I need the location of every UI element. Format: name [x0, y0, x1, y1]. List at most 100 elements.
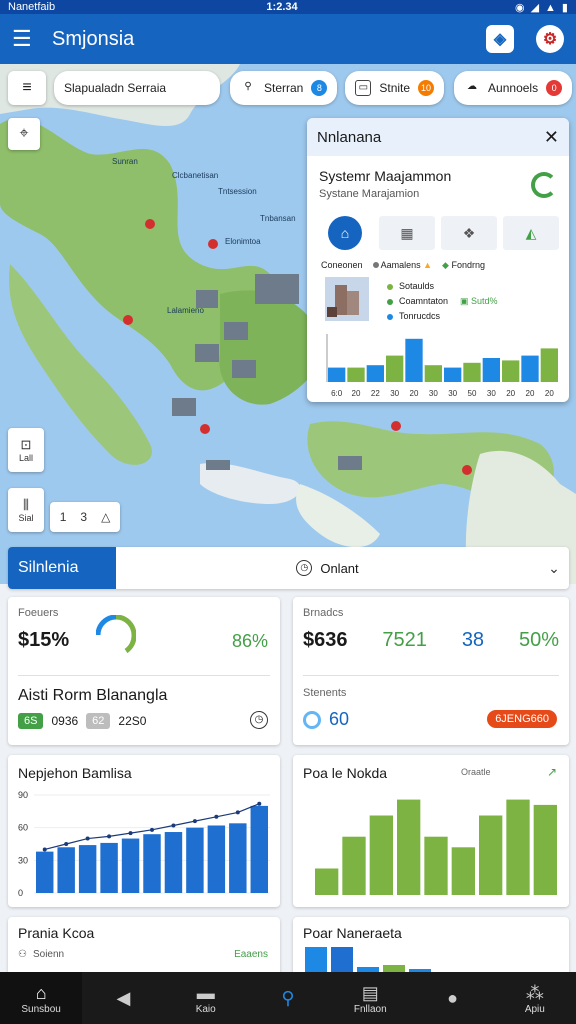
status-badge: 6JENG660	[487, 710, 557, 728]
chart-bar	[463, 362, 481, 382]
chart-bar	[424, 836, 448, 895]
nav-search[interactable]: ⚲	[247, 972, 329, 1024]
nav-back[interactable]: ◀	[82, 972, 164, 1024]
region-tag[interactable]: Silnlenia	[8, 547, 116, 589]
chart-bar	[386, 355, 404, 382]
battery-icon: ▮	[561, 1, 568, 14]
y-tick-label: 0	[18, 888, 23, 898]
chart-card-left[interactable]: Nepjehon Bamlisa 90 60 30 0	[8, 755, 280, 907]
close-icon[interactable]: ✕	[544, 127, 559, 148]
nav-label: Apiu	[524, 1003, 545, 1015]
mini-card-right[interactable]: Poar Naneraeta	[293, 917, 569, 977]
zoom-control[interactable]: 1 3 △	[50, 502, 120, 532]
signal-icon: ◢	[530, 1, 540, 14]
region-strip: Silnlenia ◷ Onlant ⌄	[8, 547, 569, 589]
tab-home[interactable]: ⌂	[317, 216, 373, 250]
search-input[interactable]: Slapualadn Serraia	[54, 71, 220, 105]
legend-item: Aamalens ▲	[372, 260, 432, 271]
carrier-label: Nanetfaib	[8, 1, 56, 13]
settings-button[interactable]: ⚙	[536, 25, 564, 53]
map-control-bottom[interactable]: ⫼ Sial	[8, 488, 44, 532]
nav-apps[interactable]: ⁂ Apiu	[494, 972, 576, 1024]
user-icon: ⚲	[244, 81, 252, 92]
bar-line-chart: 90 60 30 0	[18, 790, 270, 898]
status-bar: Nanetfaib 1:2.34 ◉ ◢ ▲ ▮	[0, 0, 576, 14]
score-icon	[303, 710, 321, 729]
region-status-label: Onlant	[320, 560, 359, 576]
menu-icon[interactable]: ☰	[12, 27, 36, 51]
card-percent: 86%	[231, 631, 268, 651]
network-icon: ❖	[462, 224, 476, 241]
map-control-top[interactable]: ⊡ Lall	[8, 428, 44, 472]
chart-bar	[533, 804, 557, 895]
stack-icon: ⊡	[20, 437, 32, 452]
chart-icon: ◭	[525, 224, 537, 241]
panel-row: Tonrucdcs	[387, 309, 498, 324]
trend-point	[128, 831, 133, 836]
panel-header: Nnlanana ✕	[307, 118, 569, 156]
chart-bar	[424, 365, 442, 382]
card-label: Brnadcs	[303, 607, 344, 619]
x-tick-label: 50	[468, 389, 477, 398]
tab-chart[interactable]: ◭	[503, 216, 559, 250]
x-tick-label: 20	[352, 389, 361, 398]
chip-badge: 10	[418, 80, 435, 96]
y-tick-label: 30	[18, 855, 28, 865]
panel-summary: Systemr Maajammon Systane Marajamion	[307, 156, 569, 214]
panel-subtitle: Systane Marajamion	[319, 188, 420, 200]
grid-icon: ⁂	[525, 982, 544, 1003]
bag-button[interactable]: ◈	[486, 25, 514, 53]
card-value-tertiary: 38	[461, 629, 485, 651]
nav-card[interactable]: ▬ Kaio	[165, 972, 247, 1024]
zoom-value: 3	[80, 510, 88, 524]
chart-card-right[interactable]: Poa le Nokda Oraatle ↗	[293, 755, 569, 907]
filter-chip-sterran[interactable]: ⚲ Sterran 8	[230, 71, 338, 105]
panel-row: Sotaulds	[387, 279, 498, 294]
filter-chip-aunnoels[interactable]: ☁ Aunnoels 0	[454, 71, 573, 105]
search-placeholder: Slapualadn Serraia	[64, 81, 167, 95]
chart-bar	[405, 338, 423, 382]
card-label-secondary: Stenents	[303, 687, 347, 699]
card-value-secondary: 7521	[382, 629, 427, 651]
card-value: $15%	[18, 629, 70, 651]
info-panel: Nnlanana ✕ Systemr Maajammon Systane Mar…	[307, 118, 569, 402]
info-icon[interactable]: ◷	[250, 711, 268, 729]
box-icon: ▭	[355, 80, 372, 96]
app-bar: ☰ Smjonsia ◈ ⚙	[0, 14, 576, 64]
chip-badge: 8	[311, 80, 328, 96]
collapse-icon[interactable]: ⌄	[539, 560, 569, 577]
card-icon: ▬	[196, 982, 215, 1003]
tab-network[interactable]: ❖	[441, 216, 497, 250]
locate-button[interactable]: ⌖	[8, 118, 40, 150]
card-right-label: Eaaens	[234, 949, 268, 960]
clock-icon: ◷	[296, 560, 313, 576]
tab-building[interactable]: ▦	[379, 216, 435, 250]
nav-circle[interactable]: ●	[411, 972, 493, 1024]
layers-button[interactable]: ≡	[8, 71, 46, 105]
nav-home[interactable]: ⌂ Sunsbou	[0, 972, 83, 1024]
place-label: Elonimtoa	[225, 237, 261, 246]
chart-bar	[444, 367, 462, 382]
chart-bar	[229, 823, 247, 893]
filter-chip-stnite[interactable]: ▭ Stnite 10	[345, 71, 445, 105]
chart-bar	[36, 851, 54, 893]
tag-pill: 6S	[18, 713, 44, 729]
x-tick-label: 30	[429, 389, 438, 398]
map-toolbar: ≡ Slapualadn Serraia ⚲ Sterran 8 ▭ Stnit…	[8, 71, 573, 105]
nav-news[interactable]: ▤ Fnllaon	[329, 972, 411, 1024]
panel-rows: Sotaulds Coamntaton ▣ Sutd% Tonrucdcs	[387, 279, 498, 324]
x-tick-label: 30	[390, 389, 399, 398]
nav-label: Sunsbou	[21, 1003, 61, 1015]
nav-label: Fnllaon	[353, 1003, 387, 1015]
chart-bar	[250, 805, 268, 893]
bell-icon: △	[101, 510, 111, 524]
summary-card-left[interactable]: Foeuers $15% 86% Aisti Rorm Blanangla 6S…	[8, 597, 280, 745]
summary-card-right[interactable]: Brnadcs $636 7521 38 50% Stenents 60 6JE…	[293, 597, 569, 745]
user-icon: ⚇	[18, 949, 27, 960]
mini-card-left[interactable]: Prania Kcoa ⚇ Soienn Eaaens	[8, 917, 280, 977]
progress-gauge	[96, 615, 136, 654]
panel-tabs: ⌂ ▦ ❖ ◭	[307, 214, 569, 252]
trend-point	[257, 801, 262, 806]
y-tick-label: 90	[18, 790, 28, 800]
legend-item: Coneonen	[321, 260, 363, 270]
